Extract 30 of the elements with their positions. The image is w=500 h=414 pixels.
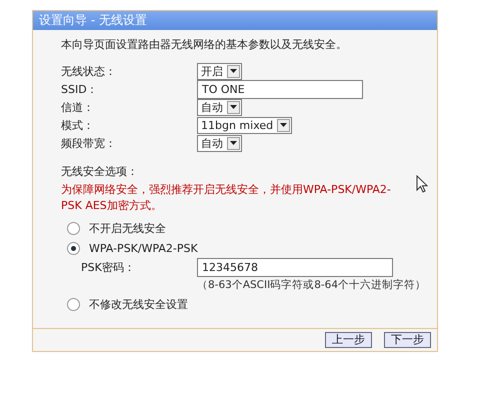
dropdown[interactable]: 自动: [197, 134, 242, 152]
window-title: 设置向导 - 无线设置: [33, 11, 437, 30]
caret-icon: [277, 118, 290, 132]
option-label: WPA-PSK/WPA2-PSK: [89, 242, 198, 254]
warning-text: 为保障网络安全，强烈推荐开启无线安全，并使用WPA-PSK/WPA2-PSK AES加密方式。: [61, 182, 392, 214]
caret-icon: [227, 136, 240, 150]
intro-text: 本向导页面设置路由器无线网络的基本参数以及无线安全。: [61, 37, 348, 52]
step-button[interactable]: 上一步: [325, 332, 372, 348]
option-label: 不修改无线安全设置: [89, 296, 188, 312]
field-label: 频段带宽：: [61, 136, 117, 150]
section-heading: 无线安全选项：: [61, 164, 139, 179]
caret-icon: [227, 64, 240, 78]
step-button[interactable]: 下一步: [384, 332, 431, 348]
field-label: PSK密码：: [81, 260, 136, 274]
dropdown[interactable]: 11bgn mixed: [197, 116, 292, 134]
caret-icon: [227, 100, 240, 114]
cursor-icon: [416, 175, 428, 193]
dropdown[interactable]: 开启: [197, 62, 242, 80]
option-label: 不开启无线安全: [89, 220, 166, 236]
radio-button[interactable]: [67, 222, 80, 234]
field-label: 无线状态：: [61, 64, 117, 78]
field-label: 模式：: [61, 118, 95, 132]
field-label: SSID：: [61, 82, 99, 96]
radio-button[interactable]: [67, 298, 80, 310]
dropdown[interactable]: 自动: [197, 98, 242, 116]
radio-button[interactable]: [67, 242, 80, 254]
input-field[interactable]: TO ONE: [197, 80, 363, 98]
hint-text: （8-63个ASCII码字符或8-64个十六进制字符）: [197, 278, 426, 293]
input-field[interactable]: 12345678: [197, 258, 393, 276]
field-label: 信道：: [61, 100, 95, 114]
